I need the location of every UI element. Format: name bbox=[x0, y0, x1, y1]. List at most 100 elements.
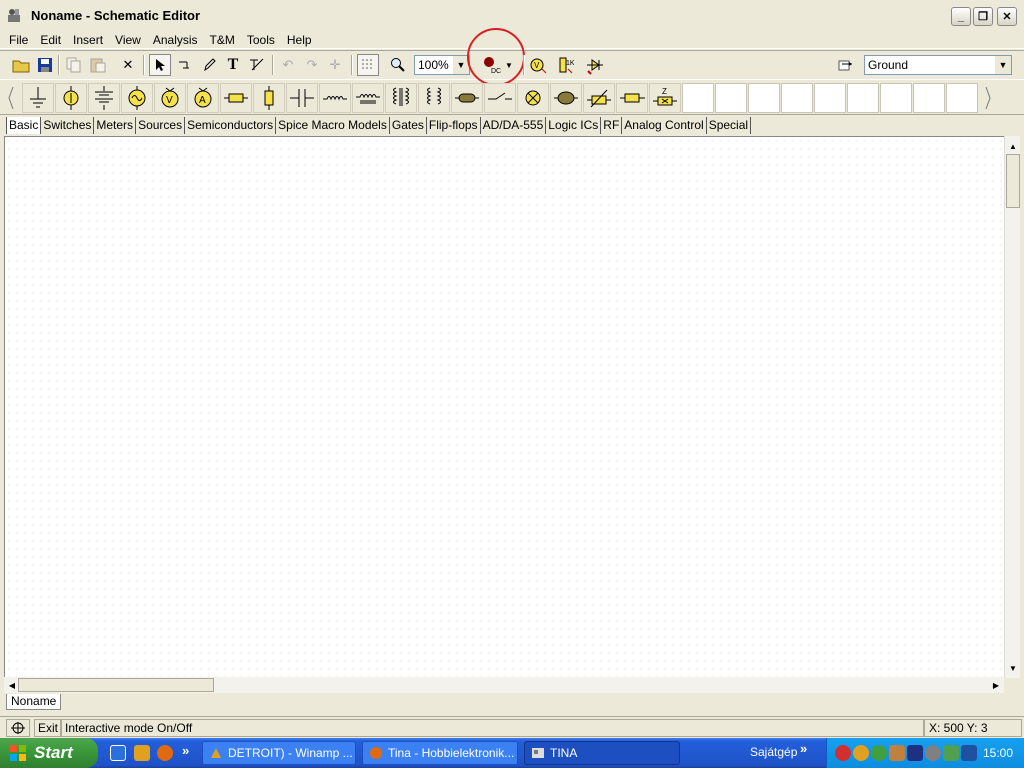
close-button[interactable]: ✕ bbox=[997, 7, 1017, 26]
menu-file[interactable]: File bbox=[0, 33, 34, 47]
interactive-mode-icon[interactable] bbox=[6, 719, 30, 737]
text-tool-icon[interactable]: T bbox=[222, 54, 244, 76]
chevron-down-icon[interactable]: ▼ bbox=[995, 56, 1011, 74]
exit-button[interactable]: Exit bbox=[34, 719, 63, 737]
select-arrow-icon[interactable] bbox=[149, 54, 171, 76]
start-button[interactable]: Start bbox=[0, 738, 98, 768]
redo-icon[interactable]: ↷ bbox=[301, 54, 323, 76]
menu-insert[interactable]: Insert bbox=[67, 33, 109, 47]
speaker-icon[interactable] bbox=[889, 745, 905, 761]
schematic-canvas[interactable] bbox=[4, 136, 1004, 678]
transformer-icon[interactable] bbox=[385, 83, 417, 113]
ground-pointer-icon[interactable] bbox=[835, 54, 857, 76]
vertical-resistor-icon[interactable] bbox=[253, 83, 285, 113]
desktop-toolbar-chevron[interactable]: » bbox=[800, 741, 807, 756]
tab-analog-control[interactable]: Analog Control bbox=[621, 117, 705, 134]
app-icon[interactable] bbox=[6, 7, 24, 25]
network-icon[interactable] bbox=[961, 745, 977, 761]
ammeter-icon[interactable]: A bbox=[187, 83, 219, 113]
tray-icon[interactable] bbox=[835, 745, 851, 761]
scroll-left-icon[interactable] bbox=[4, 83, 18, 113]
tray-icon[interactable] bbox=[943, 745, 959, 761]
menu-view[interactable]: View bbox=[109, 33, 147, 47]
scroll-right-icon[interactable] bbox=[981, 83, 995, 113]
delete-icon[interactable]: ✕ bbox=[117, 54, 139, 76]
variable-resistor-icon[interactable] bbox=[583, 83, 615, 113]
save-icon[interactable] bbox=[34, 54, 56, 76]
paste-icon[interactable] bbox=[87, 54, 109, 76]
ground-component-icon[interactable] bbox=[22, 83, 54, 113]
impedance-icon[interactable]: Z bbox=[649, 83, 681, 113]
crosshair-icon[interactable]: ✛ bbox=[324, 54, 346, 76]
scroll-up-icon[interactable]: ▲ bbox=[1005, 138, 1021, 154]
tab-meters[interactable]: Meters bbox=[93, 117, 135, 134]
copy-icon[interactable] bbox=[63, 54, 85, 76]
menu-analysis[interactable]: Analysis bbox=[147, 33, 204, 47]
desktop-toolbar-label[interactable]: Sajátgép bbox=[750, 745, 797, 759]
scroll-right-arrow-icon[interactable]: ▶ bbox=[988, 677, 1004, 693]
quicklaunch-chevron[interactable]: » bbox=[182, 743, 189, 758]
menu-help[interactable]: Help bbox=[281, 33, 318, 47]
component-select[interactable]: Ground ▼ bbox=[864, 55, 1012, 75]
tab-ad-da-555[interactable]: AD/DA-555 bbox=[479, 117, 546, 134]
zoom-select[interactable]: 100% ▼ bbox=[414, 55, 470, 75]
scroll-down-icon[interactable]: ▼ bbox=[1005, 660, 1021, 676]
transmission-line-icon[interactable] bbox=[451, 83, 483, 113]
task-firefox[interactable]: Tina - Hobbielektronik... bbox=[362, 741, 518, 765]
voltmeter-probe-icon[interactable]: V bbox=[527, 54, 549, 76]
diode-probe-icon[interactable] bbox=[584, 54, 606, 76]
minimize-button[interactable]: _ bbox=[951, 7, 971, 26]
label-tool-icon[interactable] bbox=[246, 54, 268, 76]
motor-icon[interactable] bbox=[550, 83, 582, 113]
firefox-icon[interactable] bbox=[157, 745, 173, 761]
undo-icon[interactable]: ↶ bbox=[277, 54, 299, 76]
tray-icon[interactable] bbox=[853, 745, 869, 761]
grid-toggle-icon[interactable] bbox=[357, 54, 379, 76]
tab-rf[interactable]: RF bbox=[600, 117, 621, 134]
vertical-scrollbar[interactable]: ▲ ▼ bbox=[1004, 136, 1020, 678]
tab-semiconductors[interactable]: Semiconductors bbox=[184, 117, 275, 134]
shield-icon[interactable] bbox=[907, 745, 923, 761]
ie-icon[interactable] bbox=[110, 745, 126, 761]
empty-slot bbox=[913, 83, 945, 113]
inductor-icon[interactable] bbox=[319, 83, 351, 113]
menu-edit[interactable]: Edit bbox=[34, 33, 67, 47]
open-folder-icon[interactable] bbox=[10, 54, 32, 76]
lamp-icon[interactable] bbox=[517, 83, 549, 113]
switch-icon[interactable] bbox=[484, 83, 516, 113]
tab-spice-macro-models[interactable]: Spice Macro Models bbox=[275, 117, 389, 134]
coupled-inductor-icon[interactable] bbox=[418, 83, 450, 113]
document-tab[interactable]: Noname bbox=[6, 694, 62, 710]
restore-button[interactable]: ❐ bbox=[973, 7, 993, 26]
capacitor-icon[interactable] bbox=[286, 83, 318, 113]
menu-tm[interactable]: T&M bbox=[204, 33, 241, 47]
tab-flip-flops[interactable]: Flip-flops bbox=[425, 117, 480, 134]
zoom-icon[interactable] bbox=[387, 54, 409, 76]
winamp-quicklaunch-icon[interactable] bbox=[134, 745, 150, 761]
task-tina[interactable]: TINA bbox=[524, 741, 680, 765]
menu-tools[interactable]: Tools bbox=[241, 33, 281, 47]
tab-logic-ics[interactable]: Logic ICs bbox=[545, 117, 600, 134]
horizontal-scrollbar[interactable]: ◀ ▶ bbox=[4, 677, 1004, 693]
tab-special[interactable]: Special bbox=[705, 117, 752, 134]
tab-switches[interactable]: Switches bbox=[40, 117, 93, 134]
resistor-icon[interactable] bbox=[220, 83, 252, 113]
ammeter-probe-icon[interactable]: 1K bbox=[553, 54, 575, 76]
tray-icon[interactable] bbox=[871, 745, 887, 761]
scrollbar-thumb[interactable] bbox=[1006, 154, 1020, 208]
pencil-icon[interactable] bbox=[198, 54, 220, 76]
tray-icon[interactable] bbox=[925, 745, 941, 761]
battery-source-icon[interactable] bbox=[55, 83, 87, 113]
core-inductor-icon[interactable] bbox=[352, 83, 384, 113]
fuse-icon[interactable] bbox=[616, 83, 648, 113]
ac-source-icon[interactable] bbox=[121, 83, 153, 113]
task-winamp[interactable]: DETROIT) - Winamp ... bbox=[202, 741, 356, 765]
battery-icon[interactable] bbox=[88, 83, 120, 113]
scrollbar-thumb[interactable] bbox=[18, 678, 214, 692]
wire-icon[interactable] bbox=[173, 54, 195, 76]
tab-basic[interactable]: Basic bbox=[6, 117, 41, 134]
clock[interactable]: 15:00 bbox=[983, 746, 1013, 760]
tab-gates[interactable]: Gates bbox=[388, 117, 426, 134]
tab-sources[interactable]: Sources bbox=[135, 117, 184, 134]
voltmeter-icon[interactable]: V bbox=[154, 83, 186, 113]
